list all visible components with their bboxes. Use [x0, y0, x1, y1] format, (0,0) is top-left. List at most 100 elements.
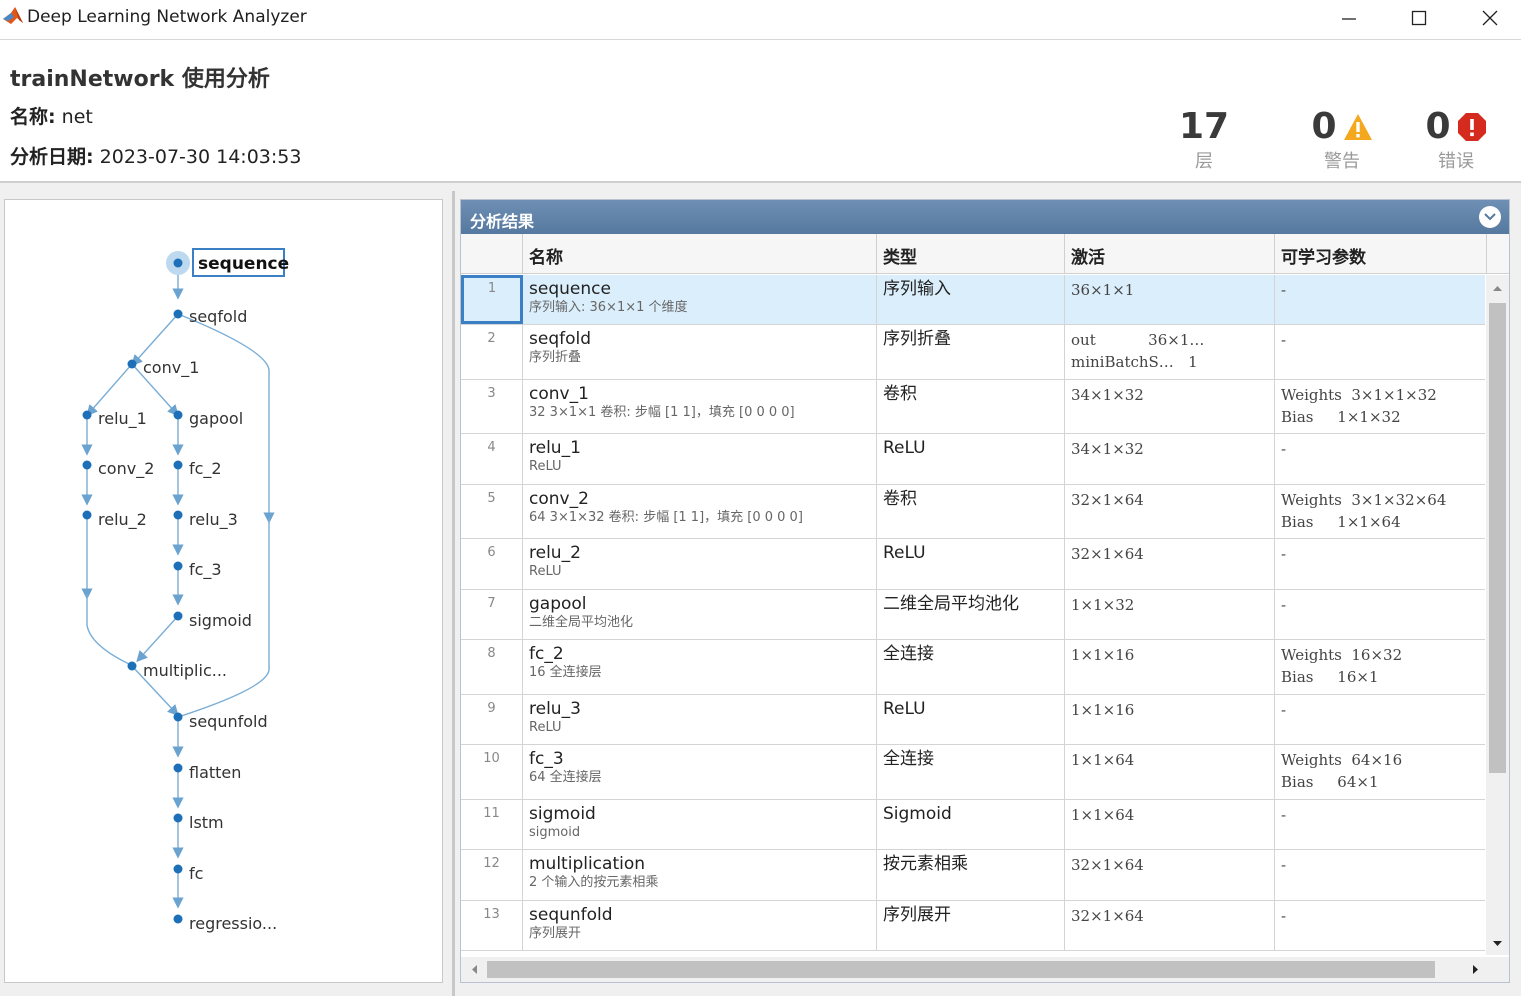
layer-name: relu_3	[529, 699, 581, 719]
layer-name-cell: relu_1 ReLU	[523, 434, 877, 484]
layer-description: 64 全连接层	[529, 770, 602, 785]
panel-splitter[interactable]	[452, 191, 455, 996]
graph-node-fc_3[interactable]: fc_3	[189, 560, 222, 580]
layer-learnables: -	[1281, 545, 1287, 563]
layer-activations: 1×1×64	[1065, 745, 1275, 799]
network-graph[interactable]: sequence seqfold conv_1 relu_1 gapool co…	[5, 200, 442, 982]
scroll-up-icon[interactable]	[1486, 281, 1509, 295]
graph-node-conv_2[interactable]: conv_2	[98, 459, 154, 479]
vertical-scroll-thumb[interactable]	[1489, 303, 1506, 773]
table-row[interactable]: 5 conv_2 64 3×1×32 卷积: 步幅 [1 1]，填充 [0 0 0 …	[461, 485, 1485, 539]
table-row[interactable]: 4 relu_1 ReLU ReLU 34×1×32-	[461, 434, 1485, 485]
layer-activations: out 36×1… miniBatchS… 1	[1065, 325, 1275, 379]
scroll-right-icon[interactable]	[1469, 957, 1483, 982]
name-value: net	[61, 106, 93, 128]
layer-name: fc_3	[529, 749, 564, 769]
table-row[interactable]: 3 conv_1 32 3×1×1 卷积: 步幅 [1 1]，填充 [0 0 0 0…	[461, 380, 1485, 434]
graph-node-relu_2[interactable]: relu_2	[98, 510, 147, 530]
layer-activations: 1×1×16	[1065, 695, 1275, 744]
graph-node-sequnfold[interactable]: sequnfold	[189, 712, 268, 731]
table-row[interactable]: 13 sequnfold 序列展开 序列展开 32×1×64-	[461, 901, 1485, 951]
results-table-body: 1 sequence 序列输入: 36×1×1 个维度 序列输入 36×1×1-2 seq…	[461, 275, 1485, 955]
layer-name-cell: sequence 序列输入: 36×1×1 个维度	[523, 275, 877, 324]
layer-name: relu_1	[529, 438, 581, 458]
graph-node-fc_2[interactable]: fc_2	[189, 459, 222, 479]
layer-learnables: -	[1281, 907, 1287, 925]
graph-node-regression[interactable]: regressio...	[189, 914, 277, 933]
table-row[interactable]: 8 fc_2 16 全连接层 全连接 1×1×16 Weights 16×32 Bias …	[461, 640, 1485, 695]
table-row[interactable]: 6 relu_2 ReLU ReLU 32×1×64-	[461, 539, 1485, 590]
layer-name-cell: fc_3 64 全连接层	[523, 745, 877, 799]
close-button[interactable]	[1461, 0, 1519, 36]
layer-name-cell: sigmoid sigmoid	[523, 800, 877, 849]
graph-node-relu_1[interactable]: relu_1	[98, 409, 147, 429]
graph-node-sigmoid[interactable]: sigmoid	[189, 611, 252, 630]
graph-node-lstm[interactable]: lstm	[189, 813, 224, 832]
layer-learnables: -	[1281, 856, 1287, 874]
vertical-scrollbar[interactable]	[1486, 275, 1509, 955]
graph-node-flatten[interactable]: flatten	[189, 763, 241, 782]
scroll-left-icon[interactable]	[467, 957, 481, 982]
graph-node-seqfold[interactable]: seqfold	[189, 307, 247, 326]
row-index: 8	[461, 640, 523, 694]
layer-type: 卷积	[877, 485, 1065, 538]
collapse-button[interactable]	[1479, 206, 1501, 228]
layer-description: ReLU	[529, 564, 562, 579]
layer-activations: 36×1×1	[1065, 275, 1275, 324]
layer-activations: 1×1×32	[1065, 590, 1275, 639]
analysis-header: trainNetwork 使用分析 名称: net 分析日期: 2023-07-…	[0, 41, 1521, 181]
layer-description: 2 个输入的按元素相乘	[529, 875, 659, 890]
row-index: 10	[461, 745, 523, 799]
layer-learnables: -	[1281, 701, 1287, 719]
column-name[interactable]: 名称	[523, 234, 877, 274]
layer-learnables: -	[1281, 440, 1287, 458]
graph-node-fc[interactable]: fc	[189, 864, 203, 883]
layers-stat: 17 层	[1170, 107, 1238, 173]
warning-icon	[1343, 114, 1372, 140]
horizontal-scroll-thumb[interactable]	[487, 961, 1435, 978]
column-learnables[interactable]: 可学习参数	[1275, 234, 1487, 274]
scroll-down-icon[interactable]	[1486, 937, 1509, 951]
layer-name-cell: multiplication 2 个输入的按元素相乘	[523, 850, 877, 900]
table-row[interactable]: 11 sigmoid sigmoid Sigmoid 1×1×64-	[461, 800, 1485, 850]
layer-type: 全连接	[877, 640, 1065, 694]
table-row[interactable]: 10 fc_3 64 全连接层 全连接 1×1×64 Weights 64×16 Bias…	[461, 745, 1485, 800]
layer-name-cell: fc_2 16 全连接层	[523, 640, 877, 694]
table-row[interactable]: 7 gapool 二维全局平均池化 二维全局平均池化 1×1×32-	[461, 590, 1485, 640]
layer-name: sequnfold	[529, 905, 613, 925]
graph-node-relu_3[interactable]: relu_3	[189, 510, 238, 530]
table-row[interactable]: 12 multiplication 2 个输入的按元素相乘 按元素相乘 32×1×64-	[461, 850, 1485, 901]
layers-label: 层	[1195, 151, 1213, 172]
table-row[interactable]: 9 relu_3 ReLU ReLU 1×1×16-	[461, 695, 1485, 745]
row-index: 9	[461, 695, 523, 744]
maximize-button[interactable]	[1390, 0, 1448, 36]
analysis-date: 分析日期: 2023-07-30 14:03:53	[10, 142, 301, 169]
layer-name-cell: conv_2 64 3×1×32 卷积: 步幅 [1 1]，填充 [0 0 0 0…	[523, 485, 877, 538]
layer-name: relu_2	[529, 543, 581, 563]
layer-learnables: Weights 3×1×1×32 Bias 1×1×32	[1281, 386, 1437, 426]
row-index: 3	[461, 380, 523, 433]
graph-node-sequence[interactable]: sequence	[198, 254, 289, 274]
layer-name-cell: relu_3 ReLU	[523, 695, 877, 744]
column-activations[interactable]: 激活	[1065, 234, 1275, 274]
row-index: 13	[461, 901, 523, 950]
layer-name: conv_1	[529, 384, 589, 404]
layer-name: multiplication	[529, 854, 646, 874]
layer-name-cell: gapool 二维全局平均池化	[523, 590, 877, 639]
layer-learnables: Weights 64×16 Bias 64×1	[1281, 751, 1403, 791]
table-row[interactable]: 2 seqfold 序列折叠 序列折叠 out 36×1… miniBatchS… 1-	[461, 325, 1485, 380]
graph-node-conv_1[interactable]: conv_1	[143, 358, 199, 378]
results-table-header: 名称 类型 激活 可学习参数	[461, 234, 1509, 274]
row-index: 11	[461, 800, 523, 849]
column-type[interactable]: 类型	[877, 234, 1065, 274]
layer-learnables: -	[1281, 281, 1287, 299]
network-graph-panel[interactable]: sequence seqfold conv_1 relu_1 gapool co…	[4, 199, 443, 983]
minimize-button[interactable]	[1320, 0, 1378, 36]
graph-node-gapool[interactable]: gapool	[189, 409, 243, 428]
close-icon	[1482, 10, 1498, 26]
horizontal-scrollbar[interactable]	[461, 957, 1509, 982]
table-row[interactable]: 1 sequence 序列输入: 36×1×1 个维度 序列输入 36×1×1-	[461, 275, 1485, 325]
layer-type: Sigmoid	[877, 800, 1065, 849]
graph-node-multiplication[interactable]: multiplic...	[143, 661, 227, 680]
layer-activations: 32×1×64	[1065, 485, 1275, 538]
